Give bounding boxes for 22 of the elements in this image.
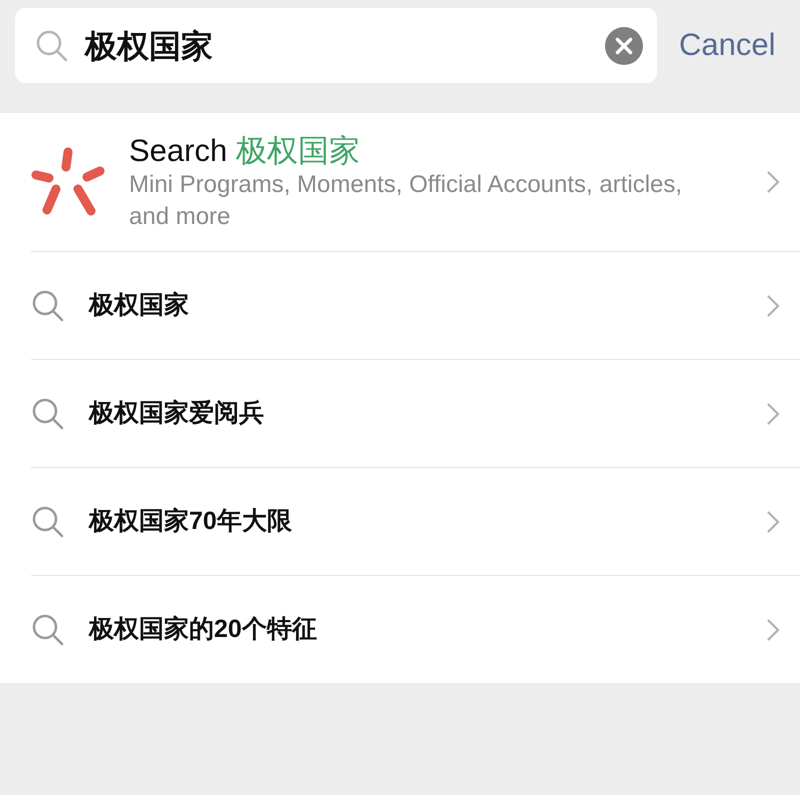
chevron-icon (766, 510, 780, 534)
search-field[interactable]: 极权国家 (15, 8, 657, 83)
chevron-icon (766, 170, 780, 194)
search-icon (35, 28, 69, 62)
search-all-item[interactable]: Search 极权国家 Mini Programs, Moments, Official Accounts, articles, and more (0, 113, 800, 251)
search-all-title: Search 极权国家 (129, 132, 361, 170)
suggestion-item[interactable]: 极权国家爱阅兵 (31, 359, 800, 467)
search-query: 极权国家 (85, 26, 214, 66)
search-icon (31, 396, 65, 430)
chevron-icon (766, 294, 780, 318)
search-icon (31, 288, 65, 322)
suggestion-item[interactable]: 极权国家 (31, 251, 800, 359)
search-all-description: Mini Programs, Moments, Official Accounts, articles, and more (129, 170, 684, 232)
search-icon (31, 504, 65, 538)
chevron-icon (766, 618, 780, 642)
search-icon (31, 612, 65, 646)
asterisk-logo-icon (31, 147, 105, 217)
cancel-button[interactable]: Cancel (657, 8, 776, 83)
suggestion-item[interactable]: 极权国家的20个特征 (31, 575, 800, 683)
clear-icon[interactable] (605, 26, 643, 64)
chevron-icon (766, 402, 780, 426)
suggestion-item[interactable]: 极权国家70年大限 (31, 467, 800, 575)
